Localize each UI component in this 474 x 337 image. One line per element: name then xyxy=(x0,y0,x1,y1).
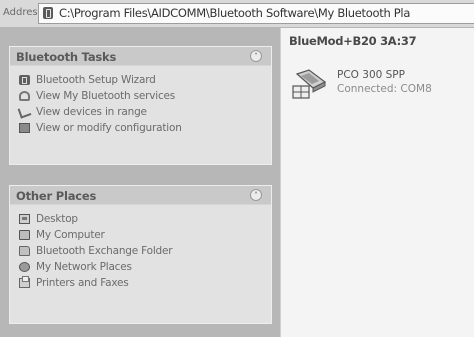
other-places-title[interactable]: Other Places xyxy=(16,189,96,203)
place-label: My Computer xyxy=(36,229,105,241)
task-pane: Bluetooth Tasks ˄ Bluetooth Setup Wizard… xyxy=(0,28,280,337)
task-label: View or modify configuration xyxy=(36,122,182,134)
task-view-devices-in-range[interactable]: View devices in range xyxy=(10,104,271,120)
task-bluetooth-setup-wizard[interactable]: Bluetooth Setup Wizard xyxy=(10,72,271,88)
network-icon xyxy=(19,262,30,272)
place-network-places[interactable]: My Network Places xyxy=(10,259,271,275)
place-label: Bluetooth Exchange Folder xyxy=(36,245,173,257)
place-label: Desktop xyxy=(36,213,78,225)
address-field[interactable]: C:\Program Files\AIDCOMM\Bluetooth Softw… xyxy=(38,3,474,24)
address-path[interactable]: C:\Program Files\AIDCOMM\Bluetooth Softw… xyxy=(59,6,410,20)
place-label: My Network Places xyxy=(36,261,132,273)
device-name: PCO 300 SPP xyxy=(337,69,405,81)
other-places-panel: Other Places ˄ Desktop My Computer Bluet… xyxy=(9,185,272,324)
place-label: Printers and Faxes xyxy=(36,277,129,289)
place-desktop[interactable]: Desktop xyxy=(10,211,271,227)
task-label: Bluetooth Setup Wizard xyxy=(36,74,156,86)
task-label: View devices in range xyxy=(36,106,147,118)
collapse-chevron-icon[interactable]: ˄ xyxy=(250,189,262,201)
task-modify-configuration[interactable]: View or modify configuration xyxy=(10,120,271,136)
collapse-chevron-icon[interactable]: ˄ xyxy=(250,50,262,62)
bluetooth-icon xyxy=(43,7,53,19)
devices-in-range-icon xyxy=(17,105,32,119)
address-label: Address xyxy=(3,7,43,18)
folder-icon xyxy=(19,246,30,256)
place-bluetooth-exchange-folder[interactable]: Bluetooth Exchange Folder xyxy=(10,243,271,259)
place-printers-and-faxes[interactable]: Printers and Faxes xyxy=(10,275,271,291)
desktop-icon xyxy=(19,214,30,224)
bluetooth-services-icon xyxy=(19,91,30,101)
address-bar: Address C:\Program Files\AIDCOMM\Bluetoo… xyxy=(0,0,474,28)
serial-port-device-icon xyxy=(292,69,327,99)
content-pane: BlueMod+B20 3A:37 PCO 300 SPP Connected:… xyxy=(280,28,474,337)
configuration-icon xyxy=(19,123,30,133)
task-view-bluetooth-services[interactable]: View My Bluetooth services xyxy=(10,88,271,104)
printer-icon xyxy=(19,276,30,288)
task-label: View My Bluetooth services xyxy=(36,90,176,102)
bluetooth-tasks-panel: Bluetooth Tasks ˄ Bluetooth Setup Wizard… xyxy=(9,46,272,165)
device-item-pco-300-spp[interactable]: PCO 300 SPP Connected: COM8 xyxy=(289,62,469,102)
bluetooth-icon xyxy=(19,75,30,85)
bluetooth-tasks-header[interactable]: Bluetooth Tasks ˄ xyxy=(10,47,271,66)
device-title: BlueMod+B20 3A:37 xyxy=(289,34,417,48)
bluetooth-tasks-title[interactable]: Bluetooth Tasks xyxy=(16,50,116,64)
device-status: Connected: COM8 xyxy=(337,83,432,95)
other-places-header[interactable]: Other Places ˄ xyxy=(10,186,271,205)
computer-icon xyxy=(19,230,30,240)
place-my-computer[interactable]: My Computer xyxy=(10,227,271,243)
